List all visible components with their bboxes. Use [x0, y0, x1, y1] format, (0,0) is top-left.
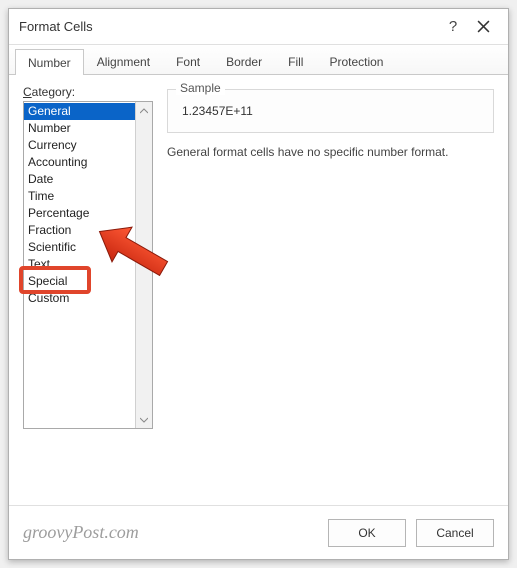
category-item-date[interactable]: Date: [24, 171, 135, 188]
chevron-up-icon: [140, 108, 148, 114]
category-item-number[interactable]: Number: [24, 120, 135, 137]
dialog-footer: groovyPost.com OK Cancel: [9, 505, 508, 559]
ok-button[interactable]: OK: [328, 519, 406, 547]
tab-border[interactable]: Border: [213, 48, 275, 74]
cancel-button[interactable]: Cancel: [416, 519, 494, 547]
scroll-down-button[interactable]: [136, 411, 152, 428]
sample-label: Sample: [176, 81, 225, 95]
tab-protection[interactable]: Protection: [316, 48, 396, 74]
tab-number[interactable]: Number: [15, 49, 84, 75]
help-button[interactable]: ?: [438, 15, 468, 39]
category-scrollbar[interactable]: [135, 102, 152, 428]
tab-font[interactable]: Font: [163, 48, 213, 74]
category-item-accounting[interactable]: Accounting: [24, 154, 135, 171]
close-button[interactable]: [468, 15, 498, 39]
category-label: Category:: [23, 85, 153, 99]
watermark-text: groovyPost.com: [23, 522, 139, 543]
category-panel: Category: General Number Currency Accoun…: [23, 85, 153, 505]
category-item-currency[interactable]: Currency: [24, 137, 135, 154]
category-item-scientific[interactable]: Scientific: [24, 239, 135, 256]
dialog-body: Category: General Number Currency Accoun…: [9, 75, 508, 505]
tab-fill[interactable]: Fill: [275, 48, 316, 74]
format-detail-panel: Sample 1.23457E+11 General format cells …: [167, 85, 494, 505]
dialog-title: Format Cells: [19, 19, 438, 34]
category-list-inner: General Number Currency Accounting Date …: [24, 102, 135, 428]
scroll-up-button[interactable]: [136, 102, 152, 119]
category-item-percentage[interactable]: Percentage: [24, 205, 135, 222]
sample-box: Sample 1.23457E+11: [167, 89, 494, 133]
close-icon: [477, 20, 490, 33]
chevron-down-icon: [140, 417, 148, 423]
format-cells-dialog: Format Cells ? Number Alignment Font Bor…: [8, 8, 509, 560]
category-item-time[interactable]: Time: [24, 188, 135, 205]
category-item-fraction[interactable]: Fraction: [24, 222, 135, 239]
help-icon: ?: [449, 18, 457, 35]
category-item-custom[interactable]: Custom: [24, 290, 135, 307]
category-label-rest: ategory:: [32, 85, 75, 99]
tab-alignment[interactable]: Alignment: [84, 48, 163, 74]
category-item-general[interactable]: General: [24, 103, 135, 120]
category-listbox[interactable]: General Number Currency Accounting Date …: [23, 101, 153, 429]
tab-bar: Number Alignment Font Border Fill Protec…: [9, 45, 508, 75]
category-item-special[interactable]: Special: [24, 273, 135, 290]
format-description: General format cells have no specific nu…: [167, 145, 494, 159]
sample-value: 1.23457E+11: [176, 98, 485, 120]
dialog-buttons: OK Cancel: [328, 519, 494, 547]
category-item-text[interactable]: Text: [24, 256, 135, 273]
titlebar: Format Cells ?: [9, 9, 508, 45]
